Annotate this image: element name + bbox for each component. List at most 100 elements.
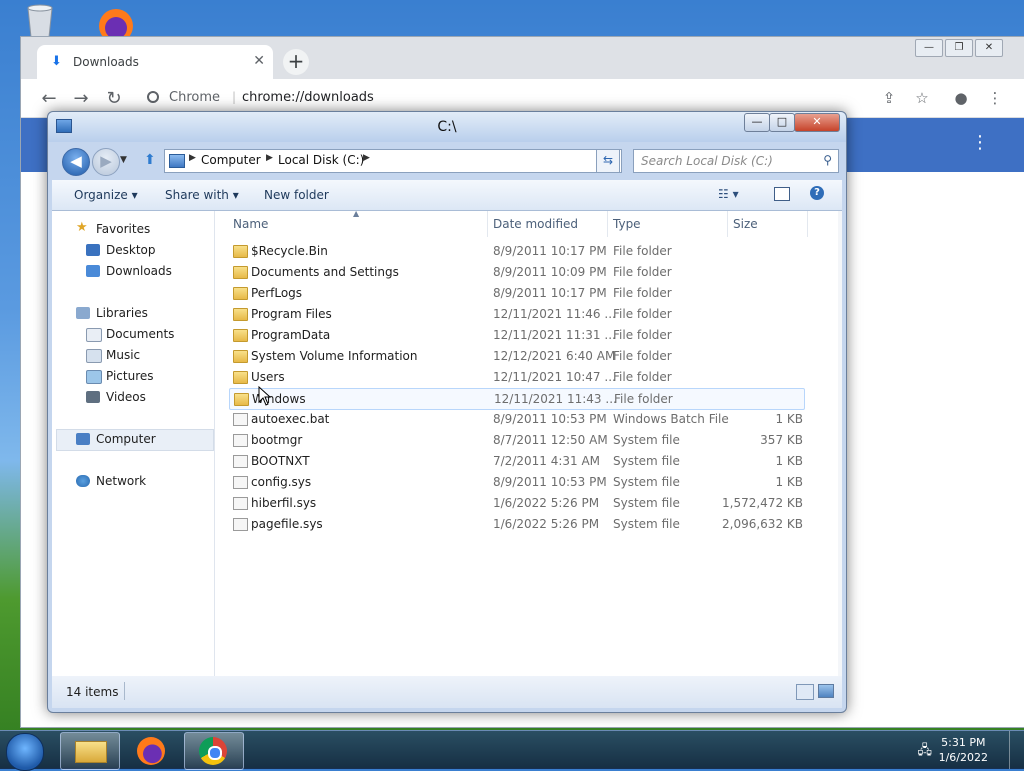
address-bar[interactable]: ▶ Computer ▶ Local Disk (C:) ▶ ▼	[164, 149, 622, 173]
bookmark-star-icon[interactable]: ☆	[912, 89, 932, 107]
column-header-size[interactable]: Size	[733, 217, 758, 231]
file-row[interactable]: PerfLogs 8/9/2011 10:17 PM File folder	[229, 283, 803, 303]
file-row[interactable]: Documents and Settings 8/9/2011 10:09 PM F…	[229, 262, 803, 282]
file-type: File folder	[613, 370, 672, 384]
menu-kebab-icon[interactable]: ⋮	[985, 89, 1005, 107]
refresh-button[interactable]: ⇆	[596, 149, 620, 173]
minimize-button[interactable]: —	[744, 113, 770, 132]
forward-button[interactable]: ▶	[92, 148, 120, 176]
column-divider[interactable]	[727, 211, 728, 237]
tab-downloads[interactable]: ⬇ Downloads ✕	[37, 45, 273, 79]
file-row[interactable]: System Volume Information 12/12/2021 6:40…	[229, 346, 803, 366]
file-name: ProgramData	[251, 328, 331, 342]
vertical-scroll-track[interactable]	[838, 211, 842, 676]
file-row[interactable]: bootmgr 8/7/2011 12:50 AM System file 357 K…	[229, 430, 803, 450]
minimize-button[interactable]: —	[915, 39, 943, 57]
taskbar-chrome-button[interactable]	[184, 732, 244, 770]
up-one-level-button[interactable]: ⬆	[144, 152, 156, 168]
nav-music[interactable]: Music	[106, 348, 140, 362]
breadcrumb-computer[interactable]: Computer	[201, 153, 261, 167]
omnibox[interactable]: Chrome | chrome://downloads	[137, 85, 877, 111]
file-date-modified: 1/6/2022 5:26 PM	[493, 517, 600, 531]
view-options-icon[interactable]: ☷ ▾	[718, 187, 739, 201]
back-button[interactable]: ←	[39, 88, 59, 109]
nav-videos[interactable]: Videos	[106, 390, 146, 404]
nav-desktop[interactable]: Desktop	[106, 243, 156, 257]
column-divider[interactable]	[487, 211, 488, 237]
pictures-icon	[86, 370, 102, 384]
search-input[interactable]: Search Local Disk (C:) ⚲	[633, 149, 839, 173]
nav-downloads[interactable]: Downloads	[106, 264, 172, 278]
help-icon[interactable]: ?	[810, 186, 824, 200]
file-row[interactable]: Program Files 12/11/2021 11:46 ... File fo…	[229, 304, 803, 324]
file-row[interactable]: pagefile.sys 1/6/2022 5:26 PM System file 2…	[229, 514, 803, 534]
file-row[interactable]: Windows 12/11/2021 11:43 ... File folder	[229, 388, 805, 410]
close-button[interactable]: ✕	[794, 113, 840, 132]
taskbar-firefox-button[interactable]	[122, 732, 182, 770]
profile-avatar[interactable]: ●	[951, 89, 971, 107]
network-icon	[76, 475, 90, 487]
explorer-titlebar[interactable]: C:\ — □ ✕	[48, 112, 846, 142]
folder-icon	[234, 393, 249, 406]
recent-pages-dropdown[interactable]: ▼	[120, 155, 127, 165]
back-button[interactable]: ◀	[62, 148, 90, 176]
details-view-button[interactable]	[796, 684, 814, 700]
file-row[interactable]: Users 12/11/2021 10:47 ... File folder	[229, 367, 803, 387]
file-row[interactable]: ProgramData 12/11/2021 11:31 ... File fold…	[229, 325, 803, 345]
close-button[interactable]: ✕	[975, 39, 1003, 57]
file-type: File folder	[613, 328, 672, 342]
preview-pane-icon[interactable]	[774, 187, 790, 201]
breadcrumb-local-disk[interactable]: Local Disk (C:)	[278, 153, 364, 167]
nav-documents[interactable]: Documents	[106, 327, 174, 341]
start-button[interactable]	[6, 733, 44, 771]
reload-button[interactable]: ↻	[104, 88, 124, 109]
folder-icon	[233, 371, 248, 384]
file-row[interactable]: hiberfil.sys 1/6/2022 5:26 PM System file 1…	[229, 493, 803, 513]
file-name: BOOTNXT	[251, 454, 310, 468]
file-row[interactable]: $Recycle.Bin 8/9/2011 10:17 PM File folder	[229, 241, 803, 261]
nav-pictures[interactable]: Pictures	[106, 369, 154, 383]
large-icons-view-button[interactable]	[818, 684, 834, 698]
taskbar-explorer-button[interactable]	[60, 732, 120, 770]
organize-button[interactable]: Organize ▾	[74, 188, 138, 202]
system-clock[interactable]: 5:31 PM 1/6/2022	[939, 735, 988, 765]
clock-date: 1/6/2022	[938, 751, 988, 764]
new-tab-button[interactable]: +	[283, 49, 309, 75]
nav-network[interactable]: Network	[96, 474, 146, 488]
show-desktop-button[interactable]	[1009, 731, 1024, 769]
column-divider[interactable]	[607, 211, 608, 237]
file-row[interactable]: BOOTNXT 7/2/2011 4:31 AM System file 1 KB	[229, 451, 803, 471]
new-folder-button[interactable]: New folder	[264, 188, 329, 202]
downloads-menu-icon[interactable]: ⋮	[971, 132, 989, 153]
file-size: 2,096,632 KB	[722, 517, 803, 531]
file-icon	[233, 455, 248, 468]
breadcrumb-arrow[interactable]: ▶	[189, 153, 196, 163]
nav-libraries[interactable]: Libraries	[96, 306, 148, 320]
nav-computer[interactable]: Computer	[96, 432, 156, 446]
share-with-button[interactable]: Share with ▾	[165, 188, 239, 202]
maximize-button[interactable]: ❐	[945, 39, 973, 57]
network-tray-icon[interactable]: 🖧	[918, 741, 933, 763]
star-icon: ★	[76, 220, 88, 235]
file-size: 1 KB	[775, 475, 803, 489]
tab-close-button[interactable]: ✕	[253, 53, 265, 69]
file-name: System Volume Information	[251, 349, 418, 363]
forward-button[interactable]: →	[71, 88, 91, 109]
window-title: C:\	[437, 119, 457, 135]
file-row[interactable]: config.sys 8/9/2011 10:53 PM System file 1 …	[229, 472, 803, 492]
file-date-modified: 12/11/2021 11:31 ...	[493, 328, 616, 342]
column-header-type[interactable]: Type	[613, 217, 641, 231]
breadcrumb-arrow[interactable]: ▶	[363, 153, 370, 163]
maximize-button[interactable]: □	[769, 113, 795, 132]
nav-favorites[interactable]: Favorites	[96, 222, 150, 236]
column-header-date[interactable]: Date modified	[493, 217, 578, 231]
explorer-body: ★ Favorites Desktop Downloads Libraries …	[52, 209, 842, 676]
file-row[interactable]: autoexec.bat 8/9/2011 10:53 PM Windows Bat…	[229, 409, 803, 429]
file-type: System file	[613, 496, 680, 510]
share-icon[interactable]: ⇪	[879, 89, 899, 107]
column-header-name[interactable]: Name	[233, 217, 268, 231]
file-name: PerfLogs	[251, 286, 303, 300]
column-divider[interactable]	[807, 211, 808, 237]
breadcrumb-arrow[interactable]: ▶	[266, 153, 273, 163]
file-type: File folder	[613, 307, 672, 321]
